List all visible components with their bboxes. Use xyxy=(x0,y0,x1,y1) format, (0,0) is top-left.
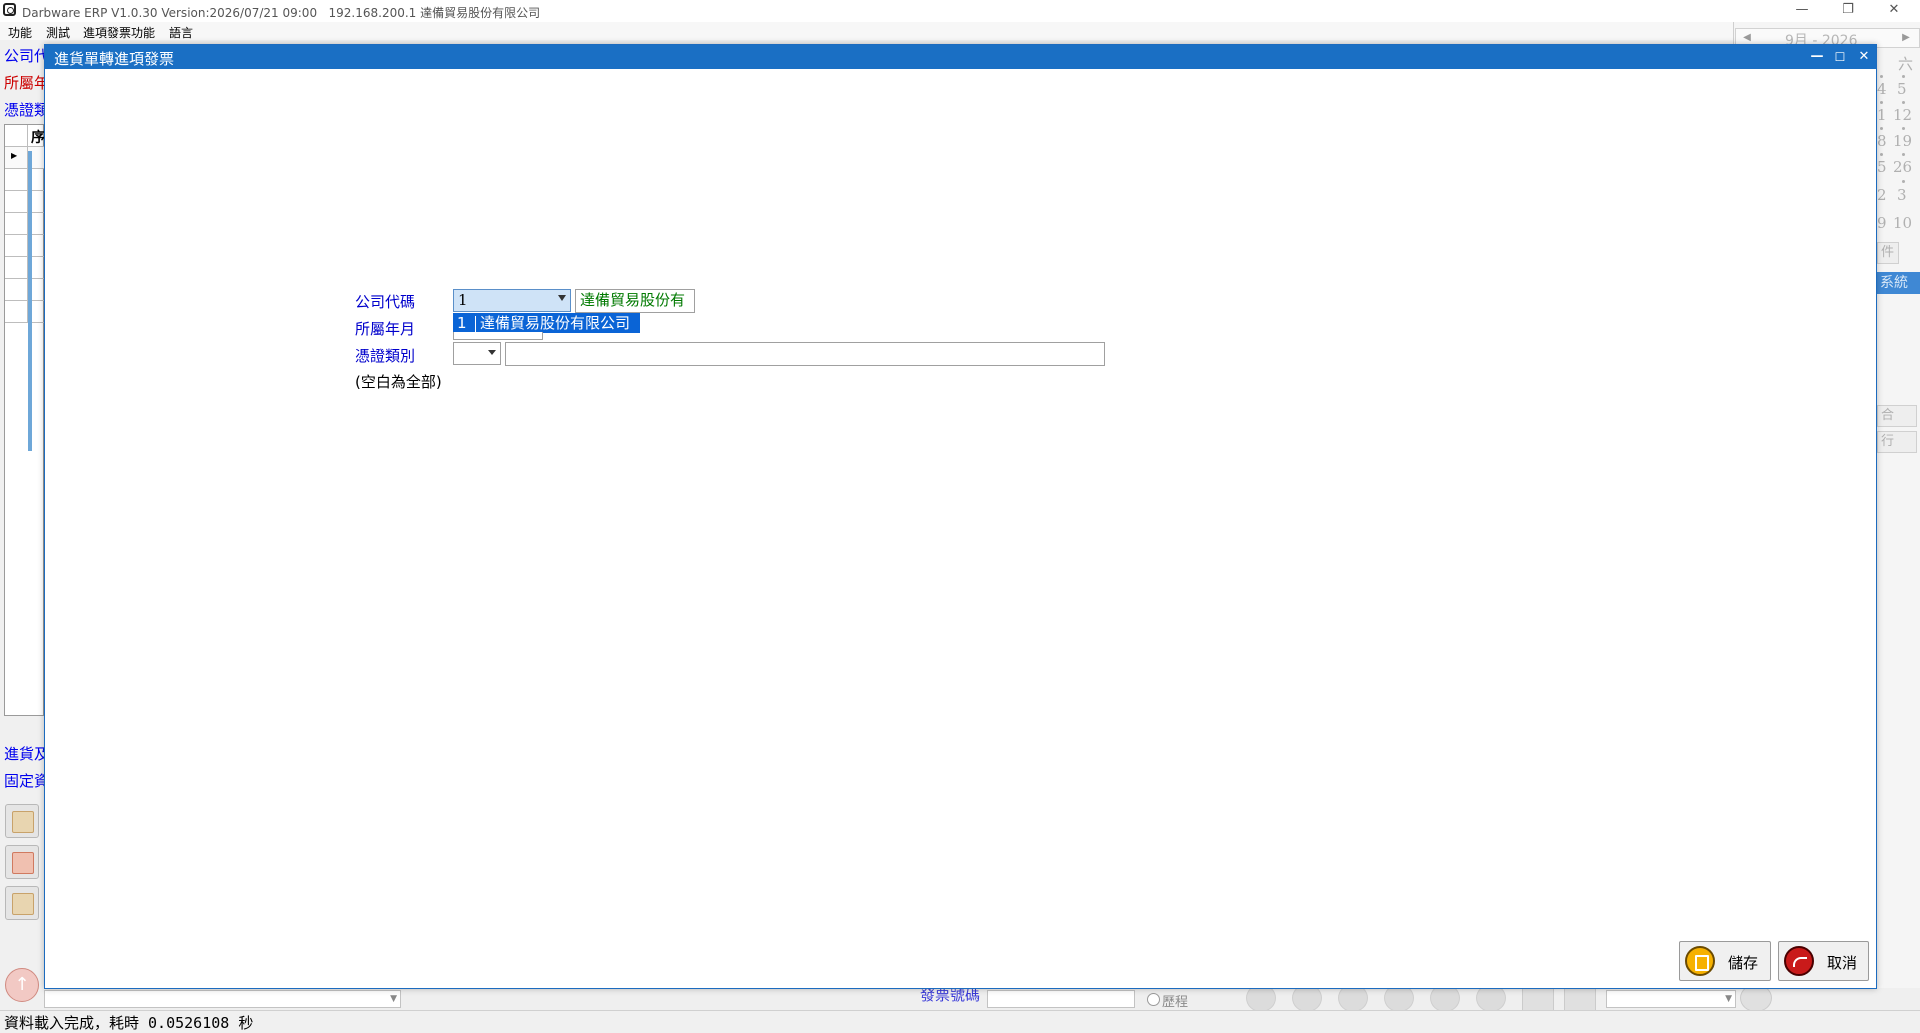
notes-icon xyxy=(12,811,34,833)
bg-company-label: 公司代 xyxy=(4,47,50,65)
company-name-display: 達備貿易股份有 xyxy=(575,289,695,313)
calendar-day[interactable]: 5 xyxy=(1877,158,1887,176)
table-row[interactable] xyxy=(5,169,44,191)
side-folder-button[interactable] xyxy=(5,886,39,920)
dialog-minimize-icon[interactable]: — xyxy=(1806,45,1828,69)
option-name: 達備貿易股份有限公司 xyxy=(480,314,631,332)
option-code: 1 xyxy=(457,314,467,332)
save-button-label: 儲存 xyxy=(1728,954,1759,972)
period-label: 所屬年月 xyxy=(355,320,416,338)
bg-fixed-asset-label: 固定資 xyxy=(4,772,50,790)
panel-row-button[interactable]: 行 xyxy=(1877,431,1917,453)
bottom-right-combo[interactable]: ▼ xyxy=(1606,990,1736,1008)
voucher-type-input[interactable] xyxy=(505,342,1105,366)
table-row[interactable] xyxy=(5,279,44,301)
scroll-up-button[interactable]: ↑ xyxy=(5,968,39,1002)
calendar-day[interactable]: 8 xyxy=(1877,132,1887,150)
calendar-day[interactable]: 19 xyxy=(1893,132,1912,150)
dialog-title: 進貨單轉進項發票 xyxy=(54,50,175,68)
calendar-day[interactable]: 4 xyxy=(1877,80,1887,98)
dialog-close-icon[interactable]: ✕ xyxy=(1853,45,1875,69)
app-titlebar: Darbware ERP V1.0.30 Version:2026/07/21 … xyxy=(0,0,1920,22)
company-dropdown-option[interactable]: 1 達備貿易股份有限公司 xyxy=(453,313,640,333)
row-pointer-icon: ▶ xyxy=(11,151,18,160)
chevron-down-icon xyxy=(558,295,566,301)
status-bar xyxy=(0,1010,1920,1033)
table-row[interactable] xyxy=(5,213,44,235)
voucher-type-label: 憑證類別 xyxy=(355,347,416,365)
calendar-day[interactable]: 5 xyxy=(1897,80,1907,98)
company-code-select[interactable]: 1 xyxy=(453,289,571,312)
dialog-titlebar: 進貨單轉進項發票 — ☐ ✕ xyxy=(45,45,1876,69)
table-row[interactable] xyxy=(5,235,44,257)
calendar-weekday: 六 xyxy=(1898,55,1914,73)
calendar-day[interactable]: 2 xyxy=(1877,186,1887,204)
side-notes-button[interactable] xyxy=(5,804,39,838)
table-row[interactable] xyxy=(5,191,44,213)
chevron-down-icon xyxy=(488,350,496,355)
panel-merge-button[interactable]: 合 xyxy=(1877,405,1917,427)
grid-header-seq: 序 xyxy=(31,130,45,146)
cancel-icon xyxy=(1784,946,1814,976)
company-code-value: 1 xyxy=(458,291,468,309)
voucher-type-select[interactable] xyxy=(453,342,501,365)
app-logo-icon xyxy=(3,3,16,16)
panel-file-button[interactable]: 件 xyxy=(1877,242,1899,264)
calendar-day[interactable]: 1 xyxy=(1877,106,1887,124)
blank-means-all-note: (空白為全部) xyxy=(355,373,442,391)
calendar-next-icon[interactable]: ▶ xyxy=(1897,29,1915,47)
app-title: Darbware ERP V1.0.30 Version:2026/07/21 … xyxy=(22,6,541,20)
convert-invoice-dialog: 進貨單轉進項發票 — ☐ ✕ 公司代碼 1 達備貿易股份有 1 達備貿易股份有限公… xyxy=(44,44,1877,989)
restore-window-icon[interactable]: ❐ xyxy=(1826,0,1870,22)
menu-input-invoice[interactable]: 進項發票功能 xyxy=(83,24,155,41)
background-data-grid[interactable]: 序 ▶ xyxy=(4,124,45,716)
company-code-label: 公司代碼 xyxy=(355,293,416,311)
save-icon xyxy=(1685,946,1715,976)
bg-voucher-label: 憑證類 xyxy=(4,101,50,119)
menu-function[interactable]: 功能 xyxy=(8,24,32,41)
chevron-down-icon: ▼ xyxy=(390,994,397,1004)
calendar-day[interactable]: 12 xyxy=(1893,106,1912,124)
arrow-up-icon: ↑ xyxy=(14,974,30,995)
calendar-day[interactable]: 10 xyxy=(1893,214,1912,232)
status-text: 資料載入完成，耗時 0.0526108 秒 xyxy=(4,1014,254,1032)
table-row[interactable]: ▶ xyxy=(5,147,44,169)
table-row[interactable] xyxy=(5,257,44,279)
save-button[interactable]: 儲存 xyxy=(1679,941,1771,981)
menu-bar: 功能 測試 進項發票功能 語言 xyxy=(0,22,1920,40)
dialog-maximize-icon[interactable]: ☐ xyxy=(1829,45,1851,69)
menu-test[interactable]: 測試 xyxy=(46,24,70,41)
folder-icon xyxy=(12,893,34,915)
menu-language[interactable]: 語言 xyxy=(169,24,193,41)
grid-selection-bar xyxy=(28,151,32,451)
minimize-window-icon[interactable]: — xyxy=(1780,0,1824,22)
bg-purchase-label: 進貨及 xyxy=(4,745,50,763)
cancel-button-label: 取消 xyxy=(1827,954,1858,972)
bottom-left-combo[interactable]: ▼ xyxy=(44,990,401,1008)
calendar-day[interactable]: 26 xyxy=(1893,158,1912,176)
tab-system[interactable]: 系統 xyxy=(1877,272,1920,294)
close-window-icon[interactable]: ✕ xyxy=(1872,0,1916,22)
history-label: 歷程 xyxy=(1162,995,1189,1010)
invoice-number-input[interactable] xyxy=(987,990,1135,1008)
history-radio[interactable] xyxy=(1147,993,1160,1006)
grid-header-row: 序 xyxy=(5,125,45,147)
calendar-day[interactable]: 3 xyxy=(1897,186,1907,204)
table-row[interactable] xyxy=(5,301,44,323)
period-input[interactable] xyxy=(453,332,543,340)
user-icon xyxy=(12,852,34,874)
calendar-day[interactable]: 9 xyxy=(1877,214,1887,232)
bg-period-label: 所屬年 xyxy=(4,74,50,92)
side-user-button[interactable] xyxy=(5,845,39,879)
chevron-down-icon: ▼ xyxy=(1725,994,1732,1004)
cancel-button[interactable]: 取消 xyxy=(1778,941,1869,981)
